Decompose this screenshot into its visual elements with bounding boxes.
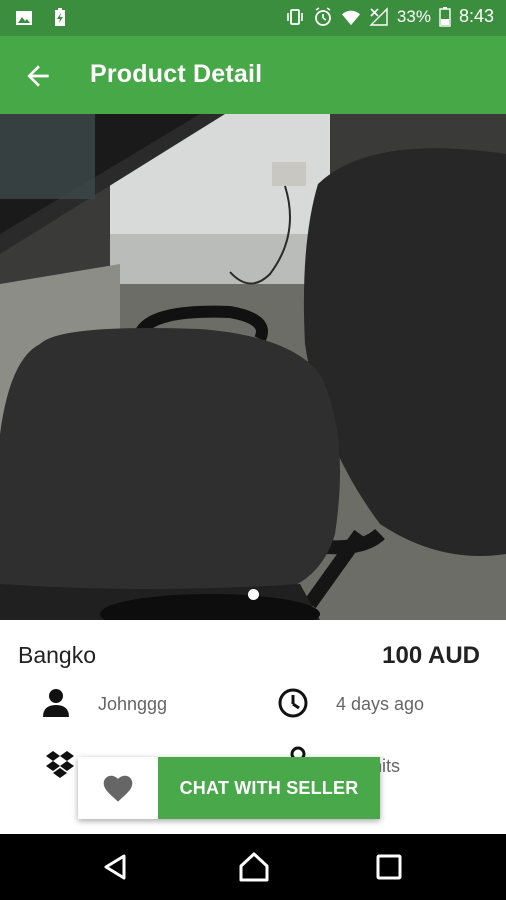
navigation-bar	[0, 834, 506, 900]
app-bar: Product Detail	[0, 36, 506, 114]
carousel-indicator-dot[interactable]	[248, 589, 259, 600]
product-name: Bangko	[18, 642, 97, 668]
person-icon	[43, 689, 69, 717]
image-notification-icon	[16, 11, 32, 25]
home-nav-icon[interactable]	[235, 848, 273, 886]
vibrate-icon	[287, 8, 303, 25]
seller-name: Johnggg	[98, 694, 168, 714]
battery-percent: 33%	[396, 6, 431, 26]
chat-with-seller-button[interactable]: CHAT WITH SELLER	[158, 757, 380, 819]
product-image[interactable]	[0, 114, 506, 620]
clock: 8:43	[458, 6, 494, 26]
clock-icon	[278, 688, 308, 718]
no-signal-icon	[369, 6, 388, 26]
dropbox-icon	[46, 751, 74, 778]
page-title: Product Detail	[90, 60, 263, 88]
heart-icon	[103, 775, 133, 802]
wifi-icon	[341, 10, 361, 25]
status-bar: 33% 8:43	[0, 0, 506, 36]
battery-icon	[439, 6, 451, 27]
back-nav-icon[interactable]	[97, 848, 135, 886]
recents-nav-icon[interactable]	[370, 848, 408, 886]
battery-charging-notification-icon	[55, 8, 65, 26]
alarm-icon	[315, 6, 331, 26]
product-price: 100 AUD	[382, 642, 480, 669]
action-bar: CHAT WITH SELLER	[78, 757, 380, 819]
back-arrow-icon[interactable]	[22, 60, 54, 92]
posted-time: 4 days ago	[336, 694, 425, 714]
favorite-button[interactable]	[78, 757, 158, 819]
